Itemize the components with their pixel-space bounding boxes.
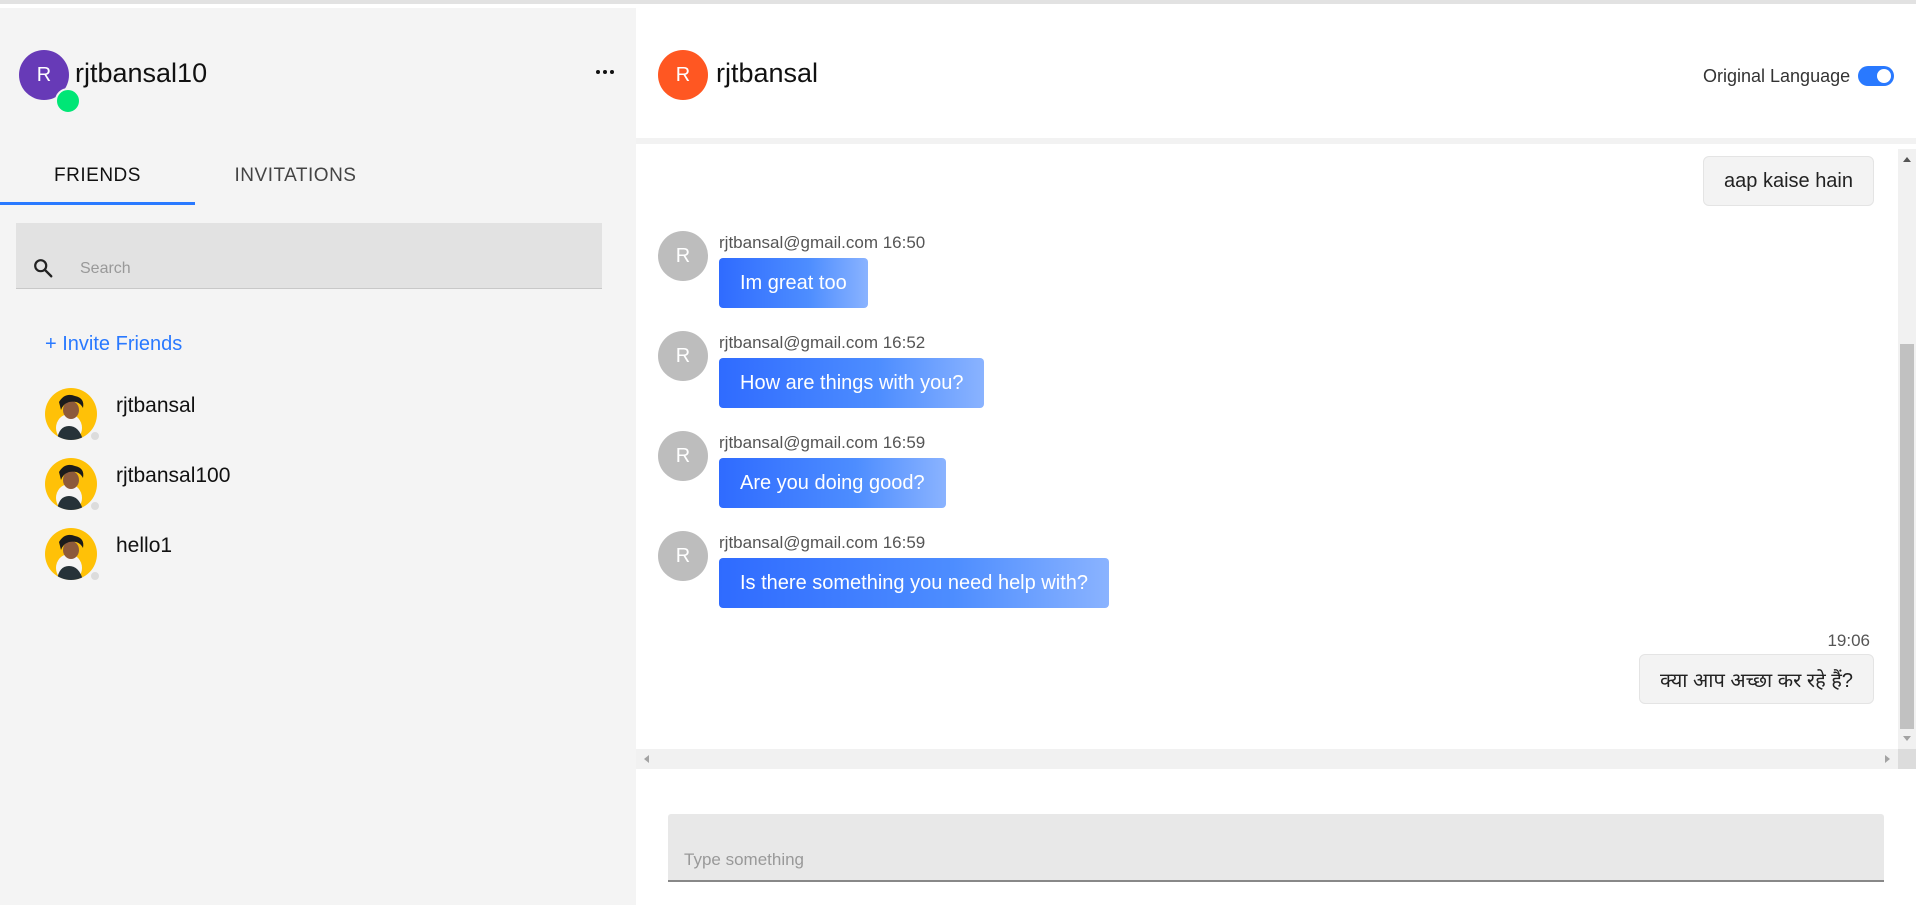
friend-name: rjtbansal	[116, 394, 196, 417]
tab-friends[interactable]: FRIENDS	[0, 146, 195, 206]
sidebar-tabs: FRIENDS INVITATIONS	[0, 146, 636, 208]
more-options-icon[interactable]	[589, 60, 621, 84]
current-user-profile: R rjtbansal10	[19, 50, 621, 114]
vertical-scrollbar[interactable]	[1898, 149, 1916, 749]
scrollbar-corner	[1898, 749, 1916, 769]
friend-list-item[interactable]: rjtbansal100	[45, 458, 605, 518]
scroll-down-arrow-icon[interactable]	[1903, 736, 1911, 741]
horizontal-scrollbar[interactable]	[636, 749, 1898, 769]
friend-search-box	[16, 223, 602, 289]
toggle-knob	[1877, 69, 1891, 83]
invite-friends-link[interactable]: + Invite Friends	[45, 333, 182, 356]
chat-partner-name: rjtbansal	[716, 58, 819, 88]
friend-name: rjtbansal100	[116, 464, 231, 487]
friend-status-indicator	[89, 570, 101, 582]
friend-list-item[interactable]: hello1	[45, 528, 605, 588]
chat-panel: R rjtbansal Original Language aap kaise …	[636, 8, 1916, 905]
chat-partner-avatar[interactable]: R	[658, 50, 708, 100]
outgoing-message: क्या आप अच्छा कर रहे हैं?	[1639, 654, 1874, 704]
scroll-up-arrow-icon[interactable]	[1903, 157, 1911, 162]
message-meta: rjtbansal@gmail.com 16:52	[719, 333, 926, 352]
friend-status-indicator	[89, 430, 101, 442]
message-meta: rjtbansal@gmail.com 16:59	[719, 533, 926, 552]
online-status-indicator	[55, 88, 81, 114]
chat-app: R rjtbansal10 FRIENDS INVITATIONS + Invi…	[0, 0, 1916, 905]
incoming-message: R rjtbansal@gmail.com 16:50 Im great too	[658, 231, 1658, 321]
sidebar: R rjtbansal10 FRIENDS INVITATIONS + Invi…	[0, 8, 636, 905]
sender-avatar: R	[658, 531, 708, 581]
message-meta: rjtbansal@gmail.com 16:50	[719, 233, 926, 252]
outgoing-message: aap kaise hain	[1703, 156, 1874, 206]
scrollbar-thumb[interactable]	[1900, 344, 1914, 729]
message-composer	[668, 814, 1884, 882]
tab-invitations[interactable]: INVITATIONS	[198, 146, 393, 206]
friend-list-item[interactable]: rjtbansal	[45, 388, 605, 448]
message-list: aap kaise hain R rjtbansal@gmail.com 16:…	[636, 149, 1898, 749]
message-bubble: Im great too	[719, 258, 868, 308]
friend-status-indicator	[89, 500, 101, 512]
message-meta: rjtbansal@gmail.com 16:59	[719, 433, 926, 452]
search-input[interactable]	[80, 257, 580, 281]
incoming-message: R rjtbansal@gmail.com 16:52 How are thin…	[658, 331, 1658, 421]
search-icon	[34, 259, 53, 278]
sender-avatar: R	[658, 431, 708, 481]
current-user-name: rjtbansal10	[75, 58, 208, 88]
active-tab-indicator	[0, 202, 195, 205]
incoming-message: R rjtbansal@gmail.com 16:59 Are you doin…	[658, 431, 1658, 521]
original-language-toggle[interactable]	[1858, 66, 1894, 86]
friend-name: hello1	[116, 534, 173, 557]
message-bubble: How are things with you?	[719, 358, 985, 408]
message-input[interactable]	[684, 848, 1864, 872]
chat-header: R rjtbansal Original Language	[636, 8, 1916, 144]
sender-avatar: R	[658, 231, 708, 281]
scroll-right-arrow-icon[interactable]	[1885, 755, 1890, 763]
incoming-message: R rjtbansal@gmail.com 16:59 Is there som…	[658, 531, 1658, 621]
sender-avatar: R	[658, 331, 708, 381]
original-language-label: Original Language	[1703, 66, 1851, 86]
message-bubble: Is there something you need help with?	[719, 558, 1109, 608]
message-bubble: Are you doing good?	[719, 458, 946, 508]
message-time: 19:06	[1827, 631, 1870, 650]
scroll-left-arrow-icon[interactable]	[644, 755, 649, 763]
